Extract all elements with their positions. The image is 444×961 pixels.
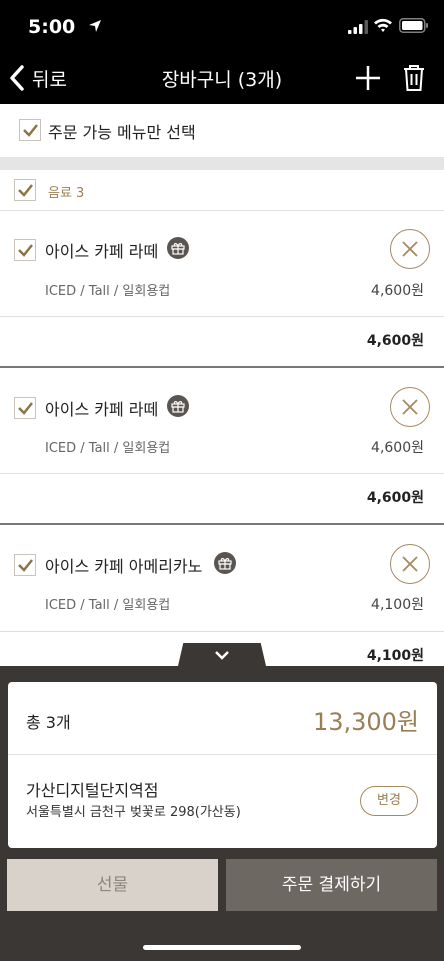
close-icon (402, 556, 418, 572)
item-name: 아이스 카페 아메리카노 (45, 557, 203, 576)
remove-item-button[interactable] (390, 544, 430, 584)
item-options: ICED / Tall / 일회용컵 (45, 598, 171, 613)
item-divider (0, 631, 444, 632)
close-icon (402, 241, 418, 257)
wifi-icon (374, 18, 392, 32)
item-checkbox[interactable] (14, 397, 36, 419)
item-name: 아이스 카페 라떼 (45, 400, 159, 419)
item-price: 4,600원 (371, 283, 424, 299)
checkmark-icon (18, 184, 33, 197)
checkmark-icon (18, 402, 33, 415)
item-price: 4,100원 (371, 597, 424, 613)
remove-item-button[interactable] (390, 229, 430, 269)
item-name: 아이스 카페 라떼 (45, 242, 159, 261)
close-icon (402, 399, 418, 415)
chevron-down-icon (215, 651, 229, 660)
cart-item: 아이스 카페 라떼 ICED / Tall / 일회용컵 4,600원 4,60… (0, 211, 444, 368)
checkmark-icon (18, 559, 33, 572)
category-label: 음료 3 (48, 186, 85, 201)
cart-item: 아이스 카페 라떼 ICED / Tall / 일회용컵 4,600원 4,60… (0, 368, 444, 525)
item-total: 4,100원 (366, 648, 424, 664)
item-price: 4,600원 (371, 440, 424, 456)
select-orderable-checkbox[interactable] (19, 119, 41, 141)
gift-icon (214, 552, 236, 574)
battery-icon (399, 18, 428, 33)
total-count: 총 3개 (26, 713, 71, 732)
checkmark-icon (23, 124, 38, 137)
section-divider (0, 157, 444, 170)
total-amount: 13,300원 (312, 708, 419, 736)
select-orderable-label: 주문 가능 메뉴만 선택 (48, 123, 196, 142)
remove-item-button[interactable] (390, 387, 430, 427)
change-store-button[interactable]: 변경 (360, 786, 418, 816)
store-name: 가산디지털단지역점 (26, 781, 159, 800)
location-arrow-icon (89, 20, 101, 32)
trash-icon[interactable] (402, 64, 426, 92)
status-time: 5:00 (28, 16, 76, 38)
item-divider (0, 316, 444, 317)
item-checkbox[interactable] (14, 239, 36, 261)
item-checkbox[interactable] (14, 554, 36, 576)
item-options: ICED / Tall / 일회용컵 (45, 284, 171, 299)
summary-card: 총 3개 13,300원 가산디지털단지역점 서울특별시 금천구 벚꽃로 298… (8, 682, 437, 848)
item-divider (0, 473, 444, 474)
nav-bar: 뒤로 장바구니 (3개) (0, 52, 444, 104)
plus-icon[interactable] (354, 64, 382, 92)
store-address: 서울특별시 금천구 벚꽃로 298(가산동) (26, 805, 241, 820)
status-bar: 5:00 (0, 0, 444, 52)
collapse-panel-button[interactable] (178, 643, 266, 666)
category-header: 음료 3 (0, 170, 444, 211)
gift-icon (167, 237, 189, 259)
pay-button[interactable]: 주문 결제하기 (226, 859, 437, 911)
item-total: 4,600원 (366, 333, 424, 349)
gift-icon (167, 395, 189, 417)
item-total: 4,600원 (366, 490, 424, 506)
select-orderable-row[interactable]: 주문 가능 메뉴만 선택 (0, 104, 444, 157)
cellular-signal-icon (348, 20, 368, 34)
summary-divider (8, 754, 437, 755)
home-indicator (143, 945, 301, 950)
gift-button[interactable]: 선물 (7, 859, 218, 911)
category-checkbox[interactable] (14, 179, 36, 201)
item-options: ICED / Tall / 일회용컵 (45, 441, 171, 456)
checkmark-icon (18, 244, 33, 257)
